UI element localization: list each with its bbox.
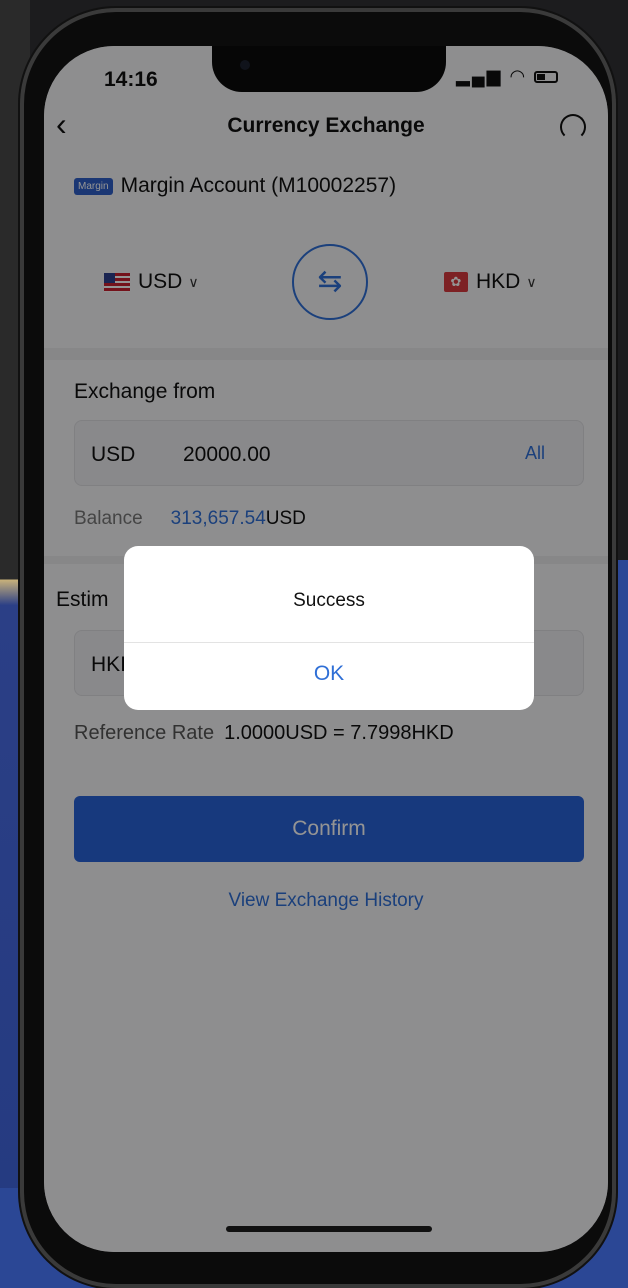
ok-button[interactable]: OK bbox=[124, 662, 534, 686]
dialog-message: Success bbox=[293, 590, 365, 611]
home-indicator[interactable] bbox=[226, 1226, 432, 1232]
dialog-divider bbox=[124, 642, 534, 643]
success-dialog: Success OK bbox=[124, 546, 534, 710]
